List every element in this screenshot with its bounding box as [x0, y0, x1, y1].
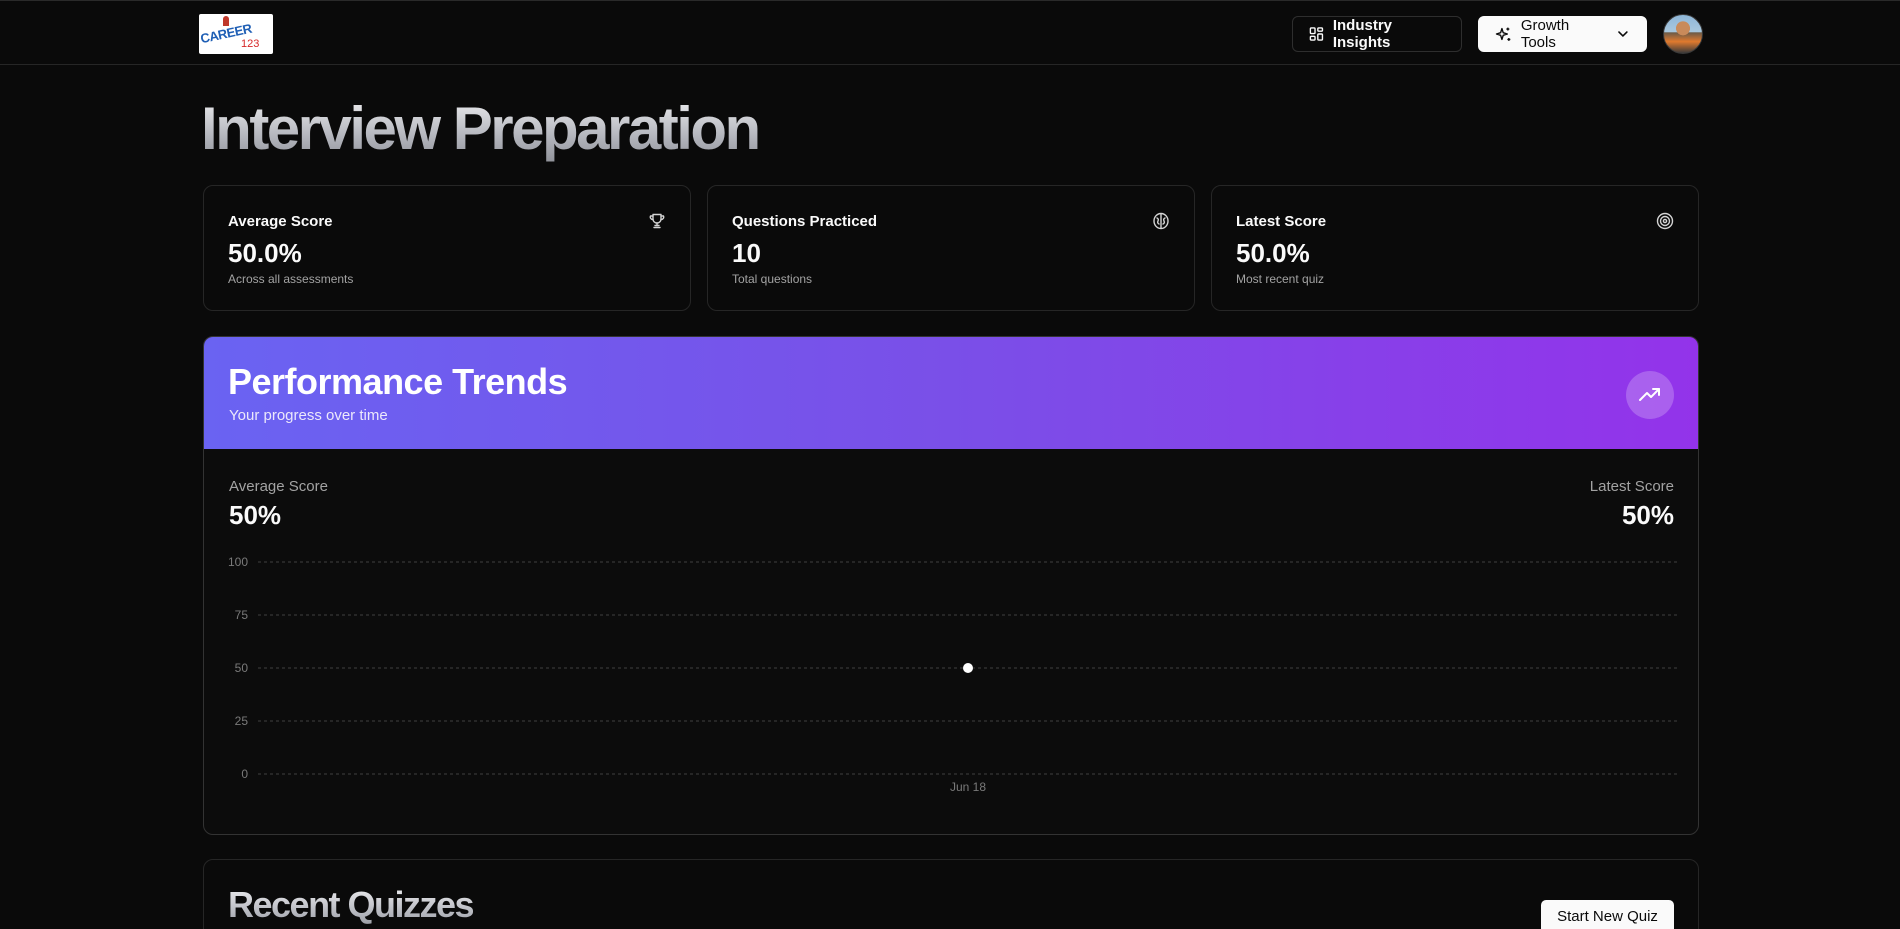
dashboard-grid-icon [1309, 27, 1324, 41]
stat-label: Average Score [228, 213, 333, 230]
stat-label: Questions Practiced [732, 213, 878, 230]
x-tick-label: Jun 18 [950, 780, 986, 794]
performance-trends-panel: Performance Trends Your progress over ti… [203, 336, 1699, 835]
career123-logo[interactable]: CAREER 123 [199, 14, 273, 54]
growth-tools-dropdown[interactable]: Growth Tools [1478, 16, 1647, 52]
latest-score-card: Latest Score 50.0% Most recent quiz [1211, 185, 1699, 311]
recent-quizzes-card: Recent Quizzes Start New Quiz [203, 859, 1699, 929]
y-tick-label: 0 [241, 767, 248, 781]
industry-insights-button[interactable]: Industry Insights [1292, 16, 1462, 52]
stat-value: 50.0% [1236, 238, 1310, 268]
data-point[interactable] [963, 663, 973, 673]
logo-number: 123 [241, 38, 260, 50]
top-navbar: CAREER 123 Industry Insights Growth Tool… [0, 0, 1900, 65]
average-score-card: Average Score 50.0% Across all assessmen… [203, 185, 691, 311]
y-tick-label: 100 [228, 555, 248, 569]
stat-caption: Total questions [732, 272, 813, 286]
industry-insights-label: Industry Insights [1332, 17, 1393, 51]
start-new-quiz-button[interactable]: Start New Quiz [1541, 900, 1674, 929]
stat-value: 50.0% [228, 238, 302, 268]
questions-practiced-card: Questions Practiced 10 Total questions [707, 185, 1195, 311]
brain-icon [1153, 212, 1169, 230]
y-tick-label: 75 [235, 608, 249, 622]
performance-line-chart: 0 25 50 75 100 Jun 18 [228, 555, 1678, 794]
chevron-down-icon [1618, 31, 1628, 37]
sparkles-icon [1495, 27, 1511, 41]
stat-label: Latest Score [1236, 213, 1327, 230]
growth-tools-label: Growth Tools [1520, 17, 1570, 51]
user-avatar[interactable] [1663, 14, 1703, 54]
stat-caption: Across all assessments [228, 272, 354, 286]
y-tick-label: 25 [235, 714, 249, 728]
recent-quizzes-title: Recent Quizzes [228, 884, 475, 925]
stat-caption: Most recent quiz [1236, 272, 1325, 286]
y-tick-label: 50 [235, 661, 249, 675]
target-icon [1656, 212, 1674, 230]
start-new-quiz-label: Start New Quiz [1557, 907, 1658, 925]
stat-value: 10 [732, 238, 761, 268]
page-title: Interview Preparation [201, 95, 761, 162]
trophy-icon [649, 213, 665, 229]
